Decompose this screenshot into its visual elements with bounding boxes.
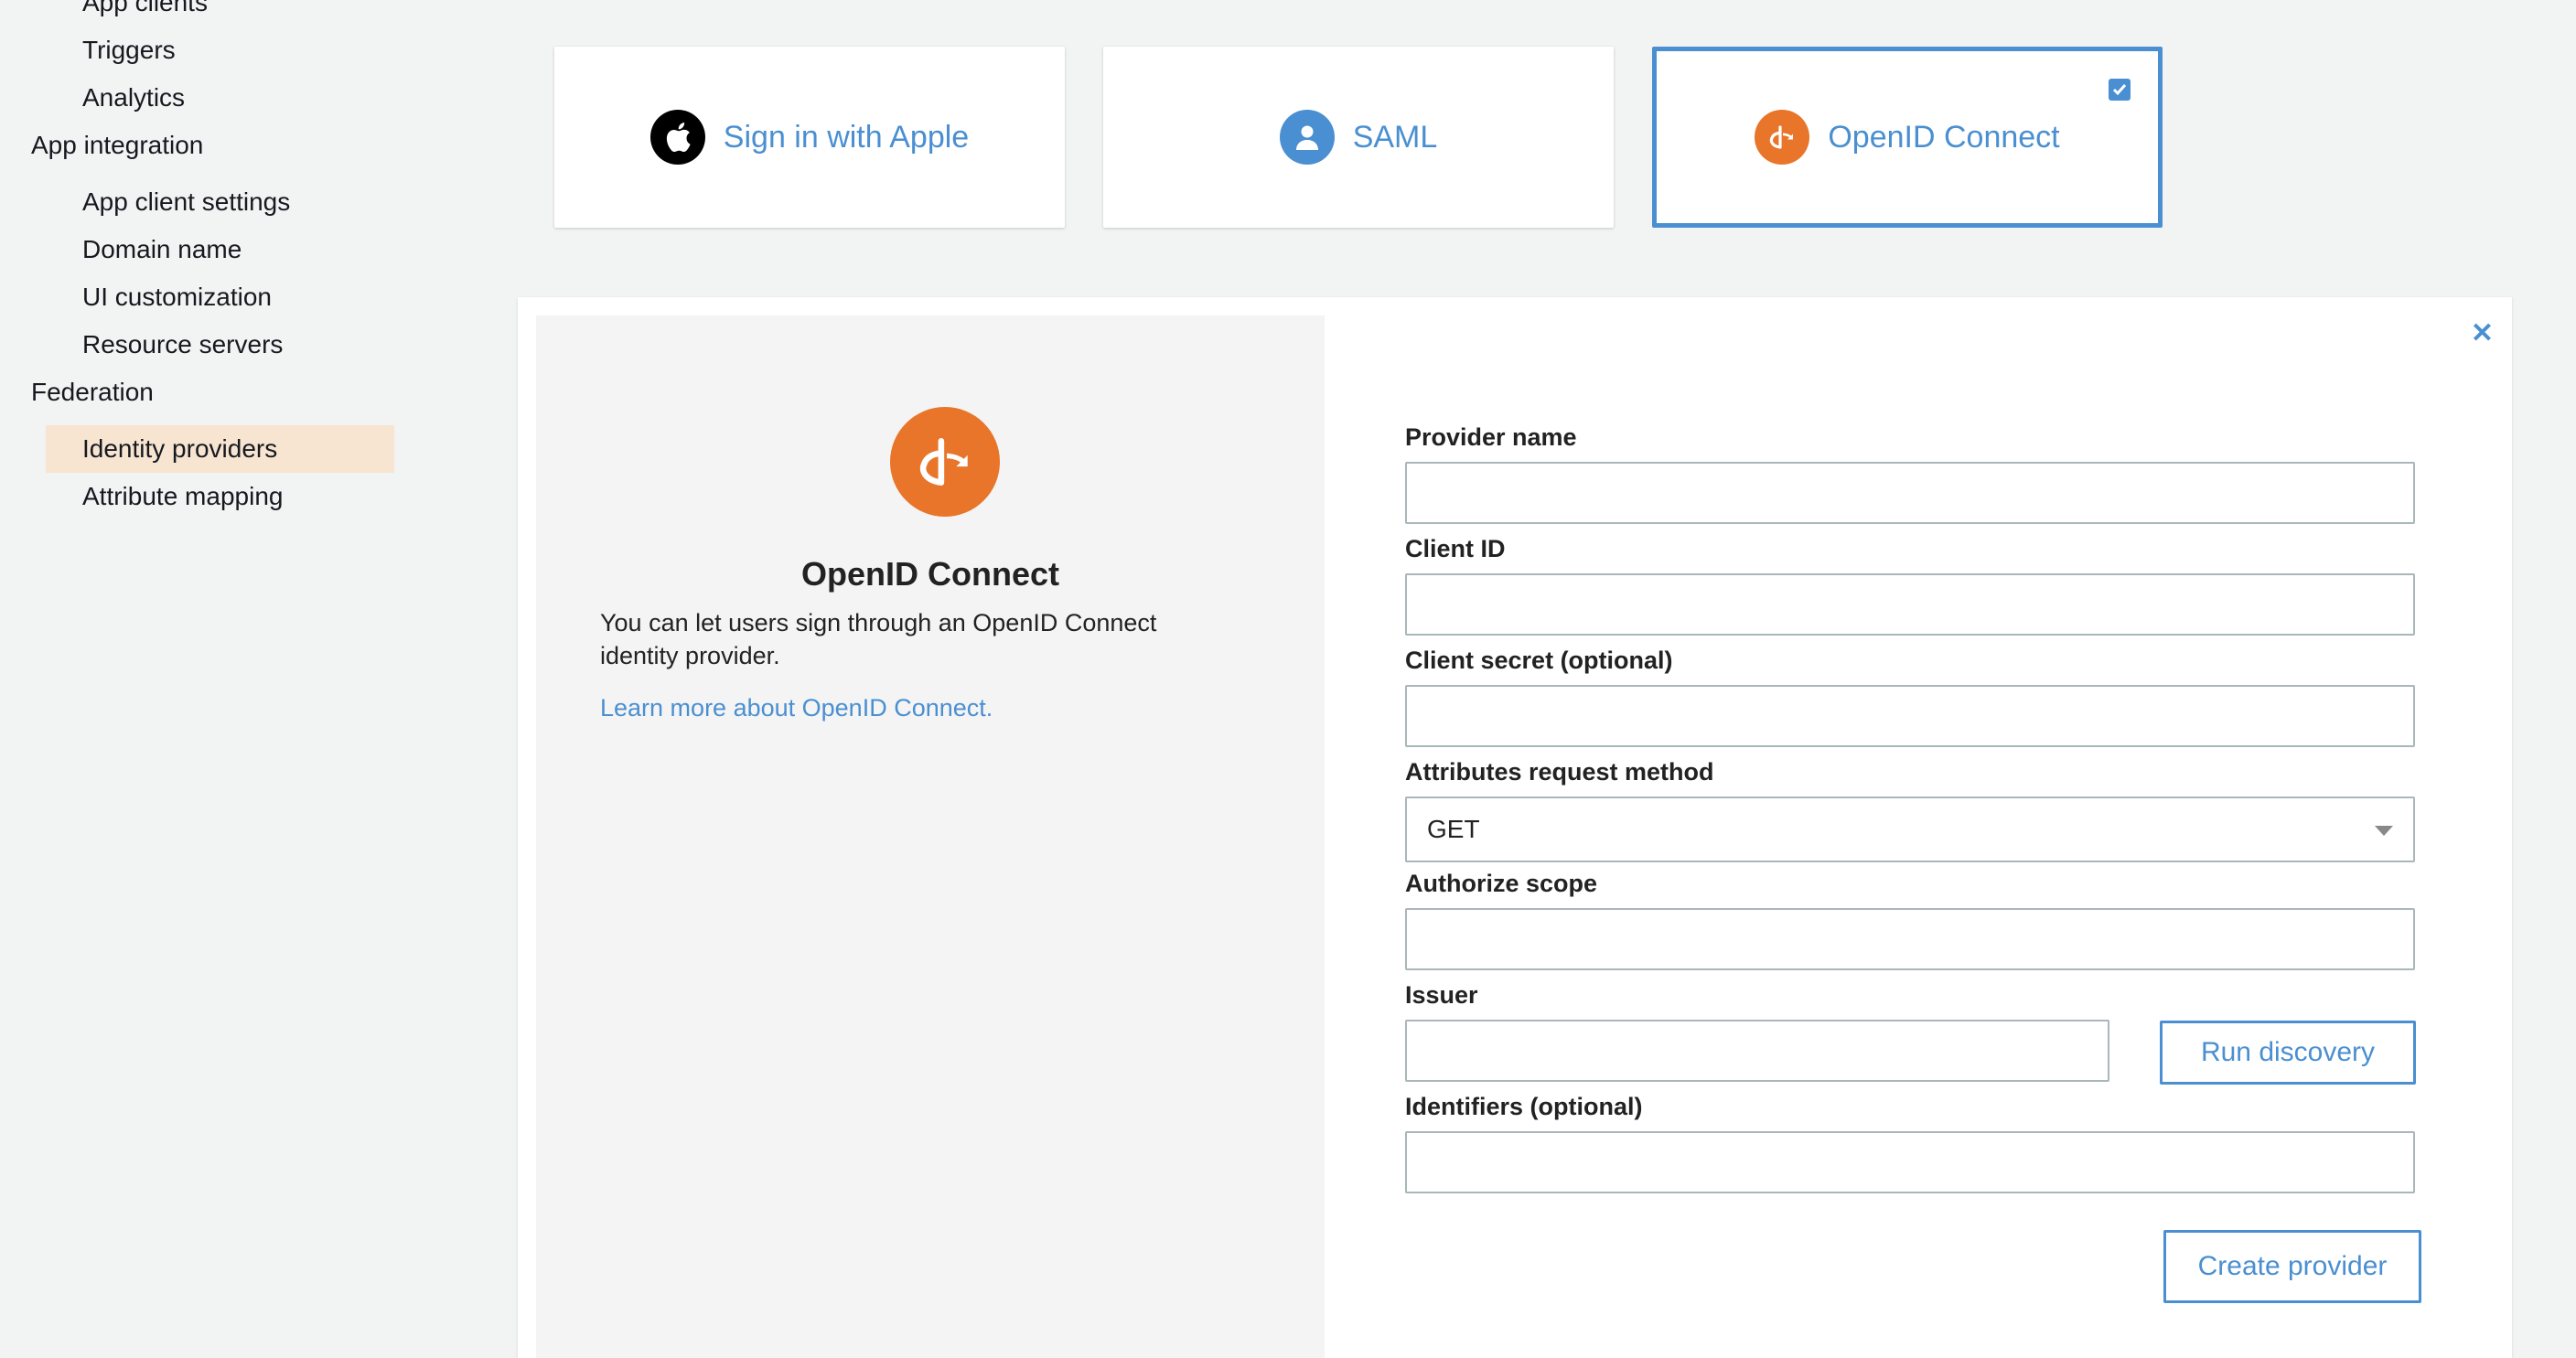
sidebar-item-attribute-mapping[interactable]: Attribute mapping	[82, 481, 283, 512]
sidebar-item-domain-name[interactable]: Domain name	[82, 234, 242, 265]
user-icon	[1279, 110, 1335, 165]
sidebar-item-identity-providers[interactable]: Identity providers	[82, 433, 277, 465]
attributes-method-select[interactable]: GET	[1405, 797, 2415, 862]
authorize-scope-label: Authorize scope	[1405, 870, 1598, 897]
attributes-method-label: Attributes request method	[1405, 758, 1714, 786]
issuer-label: Issuer	[1405, 981, 1478, 1009]
client-id-input[interactable]	[1405, 573, 2415, 636]
openid-config-panel: ✕ OpenID Connect You can let users sign …	[518, 297, 2512, 1358]
run-discovery-button[interactable]: Run discovery	[2160, 1021, 2416, 1085]
sidebar-item-ui-customization[interactable]: UI customization	[82, 282, 272, 313]
identifiers-input[interactable]	[1405, 1131, 2415, 1193]
client-secret-label: Client secret (optional)	[1405, 647, 1673, 674]
sidebar-item-app-clients[interactable]: App clients	[82, 0, 208, 18]
checkbox-checked-icon[interactable]	[2109, 79, 2131, 101]
issuer-input[interactable]	[1405, 1020, 2109, 1082]
sidebar-item-resource-servers[interactable]: Resource servers	[82, 329, 283, 360]
client-secret-input[interactable]	[1405, 685, 2415, 747]
identifiers-label: Identifiers (optional)	[1405, 1093, 1643, 1120]
info-description: You can let users sign through an OpenID…	[600, 609, 1157, 669]
openid-icon	[890, 407, 1000, 517]
info-pane: OpenID Connect You can let users sign th…	[536, 315, 1325, 1358]
create-provider-button[interactable]: Create provider	[2163, 1230, 2421, 1303]
client-id-label: Client ID	[1405, 535, 1506, 562]
provider-name-label: Provider name	[1405, 423, 1577, 451]
provider-card-label: OpenID Connect	[1828, 119, 2060, 155]
openid-icon	[1755, 110, 1810, 165]
provider-card-label: SAML	[1352, 119, 1438, 155]
close-icon[interactable]: ✕	[2471, 317, 2494, 349]
sidebar-section-app-integration[interactable]: App integration	[31, 130, 203, 161]
sidebar-item-app-client-settings[interactable]: App client settings	[82, 187, 290, 218]
chevron-down-icon	[2375, 826, 2393, 836]
apple-icon	[649, 110, 705, 165]
learn-more-link[interactable]: Learn more about OpenID Connect.	[600, 694, 993, 722]
sidebar: App clients Triggers Analytics App integ…	[0, 0, 430, 1348]
attributes-method-value: GET	[1427, 815, 1480, 843]
authorize-scope-input[interactable]	[1405, 908, 2415, 970]
info-title: OpenID Connect	[800, 555, 1059, 593]
provider-card-apple[interactable]: Sign in with Apple	[554, 47, 1065, 228]
provider-card-label: Sign in with Apple	[723, 119, 970, 155]
provider-card-saml[interactable]: SAML	[1103, 47, 1614, 228]
sidebar-item-analytics[interactable]: Analytics	[82, 82, 185, 113]
sidebar-item-triggers[interactable]: Triggers	[82, 35, 176, 66]
sidebar-section-federation[interactable]: Federation	[31, 377, 154, 408]
provider-card-openid[interactable]: OpenID Connect	[1652, 47, 2163, 228]
provider-name-input[interactable]	[1405, 462, 2415, 524]
